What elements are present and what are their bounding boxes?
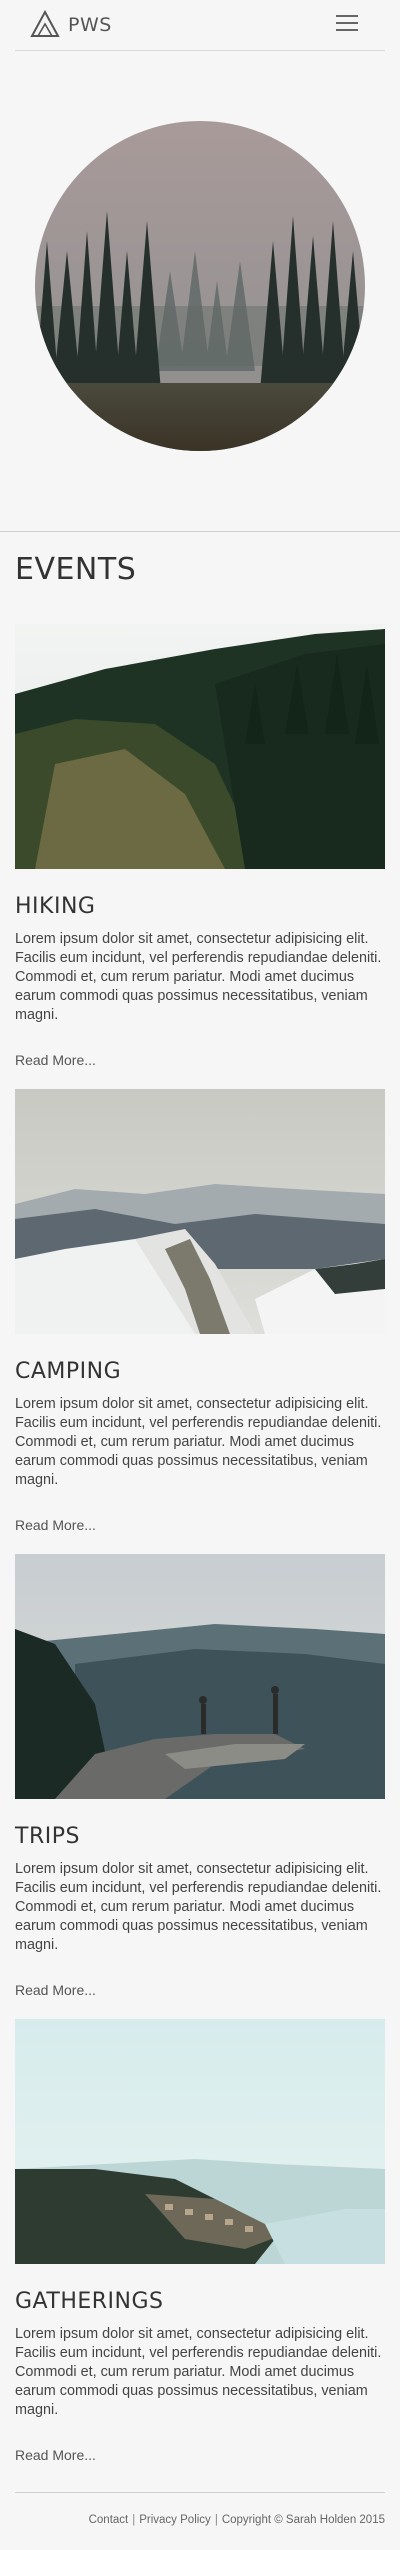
mountain-logo-icon[interactable]: [30, 10, 60, 38]
read-more-link[interactable]: Read More...: [15, 1052, 96, 1068]
camping-image: [15, 1089, 385, 1334]
event-title: CAMPING: [15, 1359, 122, 1384]
event-title: TRIPS: [15, 1824, 80, 1849]
event-title: HIKING: [15, 894, 96, 919]
hero-section: [0, 51, 400, 531]
event-description: Lorem ipsum dolor sit amet, consectetur …: [15, 931, 382, 1023]
hamburger-menu-icon[interactable]: [336, 15, 358, 33]
site-header: PWS: [0, 0, 400, 50]
event-card-trips: TRIPS Lorem ipsum dolor sit amet, consec…: [15, 1554, 385, 2019]
footer-separator: |: [132, 2514, 136, 2526]
gatherings-image: [15, 2019, 385, 2264]
footer-separator: |: [214, 2514, 218, 2526]
event-card-camping: CAMPING Lorem ipsum dolor sit amet, cons…: [15, 1089, 385, 1554]
read-more-link[interactable]: Read More...: [15, 1982, 96, 1998]
read-more-link[interactable]: Read More...: [15, 2447, 96, 2463]
event-description: Lorem ipsum dolor sit amet, consectetur …: [15, 1396, 382, 1488]
privacy-policy-link[interactable]: Privacy Policy: [139, 2514, 211, 2526]
event-description: Lorem ipsum dolor sit amet, consectetur …: [15, 1861, 382, 1953]
site-footer: Contact | Privacy Policy | Copyright © Sarah…: [0, 2514, 385, 2526]
event-description: Lorem ipsum dolor sit amet, consectetur …: [15, 2326, 382, 2418]
brand-name[interactable]: PWS: [68, 14, 112, 36]
contact-link[interactable]: Contact: [89, 2514, 129, 2526]
copyright-text: Copyright © Sarah Holden 2015: [221, 2514, 385, 2526]
hero-forest-image: [35, 121, 365, 451]
event-title: GATHERINGS: [15, 2289, 164, 2314]
footer-divider: [15, 2492, 385, 2493]
event-card-hiking: HIKING Lorem ipsum dolor sit amet, conse…: [15, 624, 385, 1089]
section-divider: [0, 531, 400, 532]
read-more-link[interactable]: Read More...: [15, 1517, 96, 1533]
hiking-image: [15, 624, 385, 869]
events-heading: EVENTS: [15, 552, 137, 587]
trips-image: [15, 1554, 385, 1799]
event-card-gatherings: GATHERINGS Lorem ipsum dolor sit amet, c…: [15, 2019, 385, 2484]
